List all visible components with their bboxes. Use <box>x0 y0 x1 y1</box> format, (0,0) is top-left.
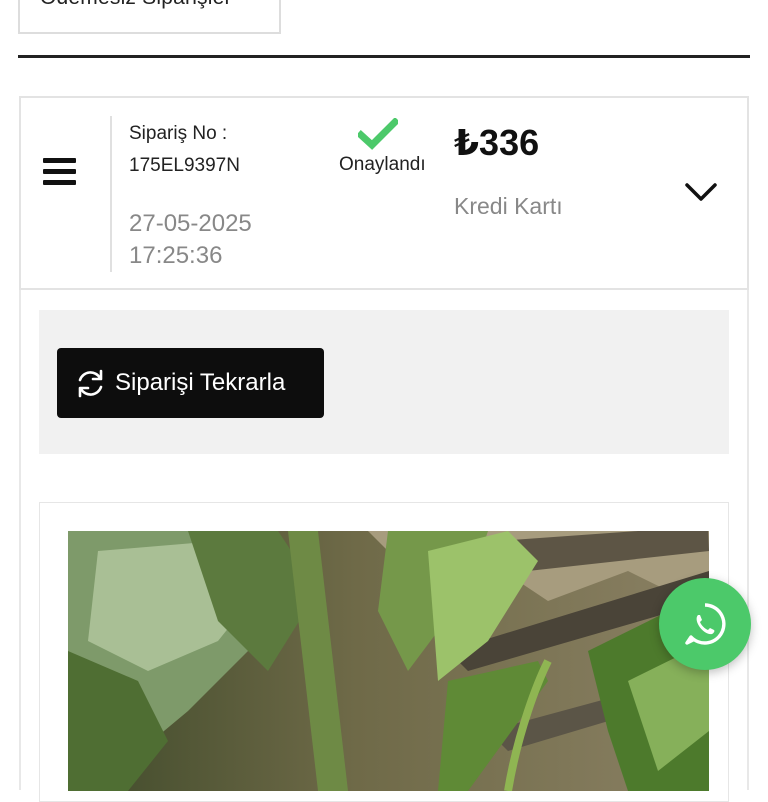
refresh-icon <box>78 369 103 398</box>
order-status: Onaylandı <box>339 154 426 175</box>
repeat-order-button[interactable]: Siparişi Tekrarla <box>57 348 324 418</box>
order-time: 17:25:36 <box>129 242 223 269</box>
tab-unpaid-orders[interactable]: Ödemesiz Siparişler <box>18 0 281 34</box>
order-number: 175EL9397N <box>129 155 240 176</box>
plant-photo <box>68 531 709 791</box>
hamburger-menu-icon[interactable] <box>43 156 77 188</box>
whatsapp-button[interactable] <box>659 578 751 670</box>
payment-method: Kredi Kartı <box>454 193 563 219</box>
vertical-divider <box>110 116 112 272</box>
chevron-down-icon[interactable] <box>683 180 719 204</box>
order-date: 27-05-2025 <box>129 210 252 237</box>
order-datetime: 27-05-2025 17:25:36 <box>129 208 299 272</box>
repeat-order-label: Siparişi Tekrarla <box>115 369 286 396</box>
section-divider <box>18 55 750 58</box>
checkmark-icon <box>358 118 398 150</box>
order-total: ₺336 <box>454 122 540 163</box>
whatsapp-icon <box>685 603 726 645</box>
order-summary-card[interactable]: Sipariş No : 175EL9397N 27-05-2025 17:25… <box>19 96 749 290</box>
tab-unpaid-orders-label: Ödemesiz Siparişler <box>40 0 232 10</box>
order-number-label: Sipariş No : <box>129 123 228 144</box>
product-image[interactable] <box>68 531 709 791</box>
